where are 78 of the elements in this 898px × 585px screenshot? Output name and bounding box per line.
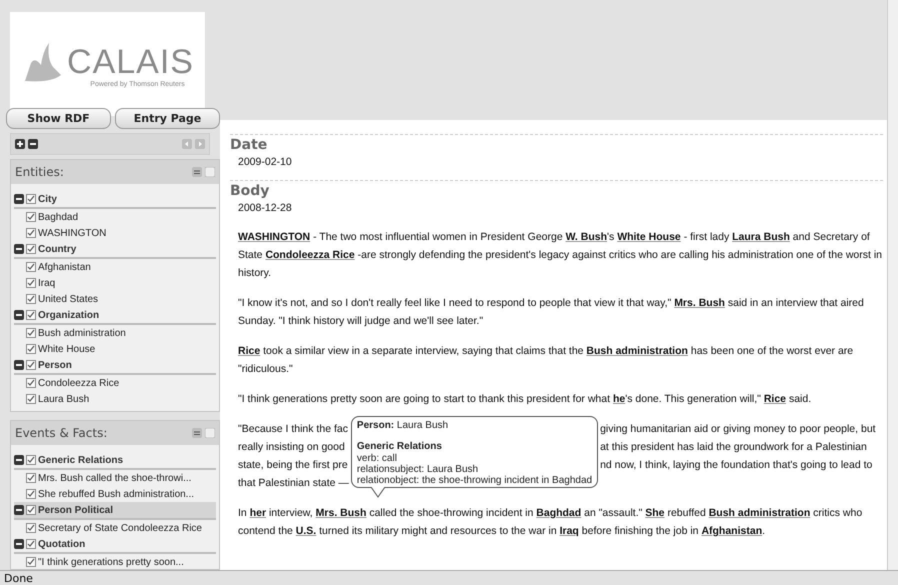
checkbox[interactable]: [26, 194, 36, 204]
tooltip-type: Person: Laura Bush: [356, 420, 448, 431]
section-heading: Date: [230, 137, 268, 153]
checkbox[interactable]: [26, 278, 36, 288]
list-icon[interactable]: [192, 167, 202, 177]
checkbox[interactable]: [26, 228, 36, 238]
collapse-icon[interactable]: [14, 505, 24, 515]
toolbar-button[interactable]: Show RDF: [6, 108, 111, 129]
panel-title: Entities:: [15, 165, 65, 179]
checkbox[interactable]: [26, 344, 36, 354]
collapse-icon[interactable]: [14, 244, 24, 254]
tree-category[interactable]: Person Political: [14, 502, 216, 520]
tree-item[interactable]: She rebuffed Bush administration...: [14, 486, 216, 502]
checkbox[interactable]: [26, 557, 36, 567]
tree-item[interactable]: "I think generations pretty soon...: [14, 554, 216, 569]
tree-item[interactable]: Laura Bush: [14, 391, 216, 407]
paragraph: "I think generations pretty soon are going to start to thank this president for what he's done. This generation will," Rice said.: [238, 392, 812, 407]
checkbox[interactable]: [26, 328, 36, 338]
tooltip-line: verb: call: [356, 453, 397, 464]
tree-item[interactable]: White House: [14, 341, 216, 357]
paragraph-text: really insisting on good: [238, 440, 346, 455]
tree-item[interactable]: WASHINGTON: [14, 225, 216, 241]
toolbar-button[interactable]: Entry Page: [115, 108, 220, 129]
tree-item[interactable]: Secretary of State Condoleezza Rice: [14, 520, 216, 536]
checkbox[interactable]: [26, 455, 36, 465]
checkbox[interactable]: [26, 489, 36, 499]
tree-item[interactable]: Afghanistan: [14, 259, 216, 275]
collapse-icon[interactable]: [14, 310, 24, 320]
checkbox[interactable]: [26, 294, 36, 304]
collapse-icon[interactable]: [14, 455, 24, 465]
paragraph: In her interview, Mrs. Bush called the shoe-throwing incident in Baghdad an "assault." She rebuffed Bush administration critics who contend the U.S. turned its military might and resources to the war in Iraq before finishing the job in Afghanistan.: [238, 506, 864, 539]
checkbox[interactable]: [26, 244, 36, 254]
tree-item[interactable]: Bush administration: [14, 325, 216, 341]
collapse-icon[interactable]: [14, 360, 24, 370]
section-value: 2009-02-10: [237, 155, 293, 170]
paragraph-text: "Because I think the fac: [238, 422, 349, 437]
checkbox[interactable]: [26, 212, 36, 222]
paragraph: "I know it's not, and so I don't really feel like I need to respond to people that view it that way," Mrs. Bush said in an interview that aired Sunday. "I think history will judge and we'll see later.": [238, 296, 865, 329]
paragraph-text: state, being the first pre: [238, 458, 349, 473]
paragraph: Rice took a similar view in a separate interview, saying that claims that the Bush administration has been one of the worst ever are "ridiculous.": [238, 344, 854, 377]
paragraph-text: that Palestinian state —: [238, 476, 349, 491]
collapse-icon[interactable]: [14, 194, 24, 204]
checkbox[interactable]: [26, 262, 36, 272]
checkbox[interactable]: [26, 360, 36, 370]
expand-all-icon[interactable]: [15, 139, 25, 149]
tree-item[interactable]: Iraq: [14, 275, 216, 291]
panel-title: Events & Facts:: [15, 426, 108, 440]
tree-category[interactable]: Quotation: [14, 536, 216, 554]
paragraph-text: nd now, I think, laying the foundation that's going to lead to: [600, 458, 874, 473]
paragraph: WASHINGTON - The two most influential women in President George W. Bush's White House - first lady Laura Bush and Secretary of State Condoleezza Rice -are strongly defending the president's legacy against critics who are calling his administration one of the worst in history.: [238, 230, 883, 281]
checkbox[interactable]: [26, 394, 36, 404]
tooltip-heading: Generic Relations: [356, 441, 442, 452]
tree-item[interactable]: Condoleezza Rice: [14, 375, 216, 391]
tree-item[interactable]: Mrs. Bush called the shoe-throwi...: [14, 470, 216, 486]
checkbox[interactable]: [26, 310, 36, 320]
tree-category[interactable]: Person: [14, 357, 216, 375]
tree-category[interactable]: Organization: [14, 307, 216, 325]
tree-category[interactable]: Generic Relations: [14, 452, 216, 470]
tooltip-line: relationobject: the shoe-throwing incident in Baghdad: [356, 475, 592, 486]
collapse-all-icon[interactable]: [28, 139, 38, 149]
checkbox[interactable]: [26, 505, 36, 515]
status-text: Done: [0, 570, 898, 585]
collapse-icon[interactable]: [14, 539, 24, 549]
tooltip-line: relationsubject: Laura Bush: [356, 464, 478, 475]
tree-category[interactable]: City: [14, 191, 216, 209]
checkbox[interactable]: [26, 523, 36, 533]
checkbox[interactable]: [26, 539, 36, 549]
tree-category[interactable]: Country: [14, 241, 216, 259]
paragraph-text: at this president has laid the groundwork for a Palestinian: [600, 440, 868, 455]
tree-item[interactable]: Baghdad: [14, 209, 216, 225]
paragraph-text: giving humanitarian aid or giving money to poor people, but: [600, 422, 876, 437]
section-value: 2008-12-28: [237, 201, 293, 216]
checkbox[interactable]: [26, 473, 36, 483]
checkbox[interactable]: [26, 378, 36, 388]
list-icon[interactable]: [192, 428, 202, 438]
tree-item[interactable]: United States: [14, 291, 216, 307]
scrollbar[interactable]: [887, 0, 898, 570]
section-heading: Body: [230, 183, 270, 199]
